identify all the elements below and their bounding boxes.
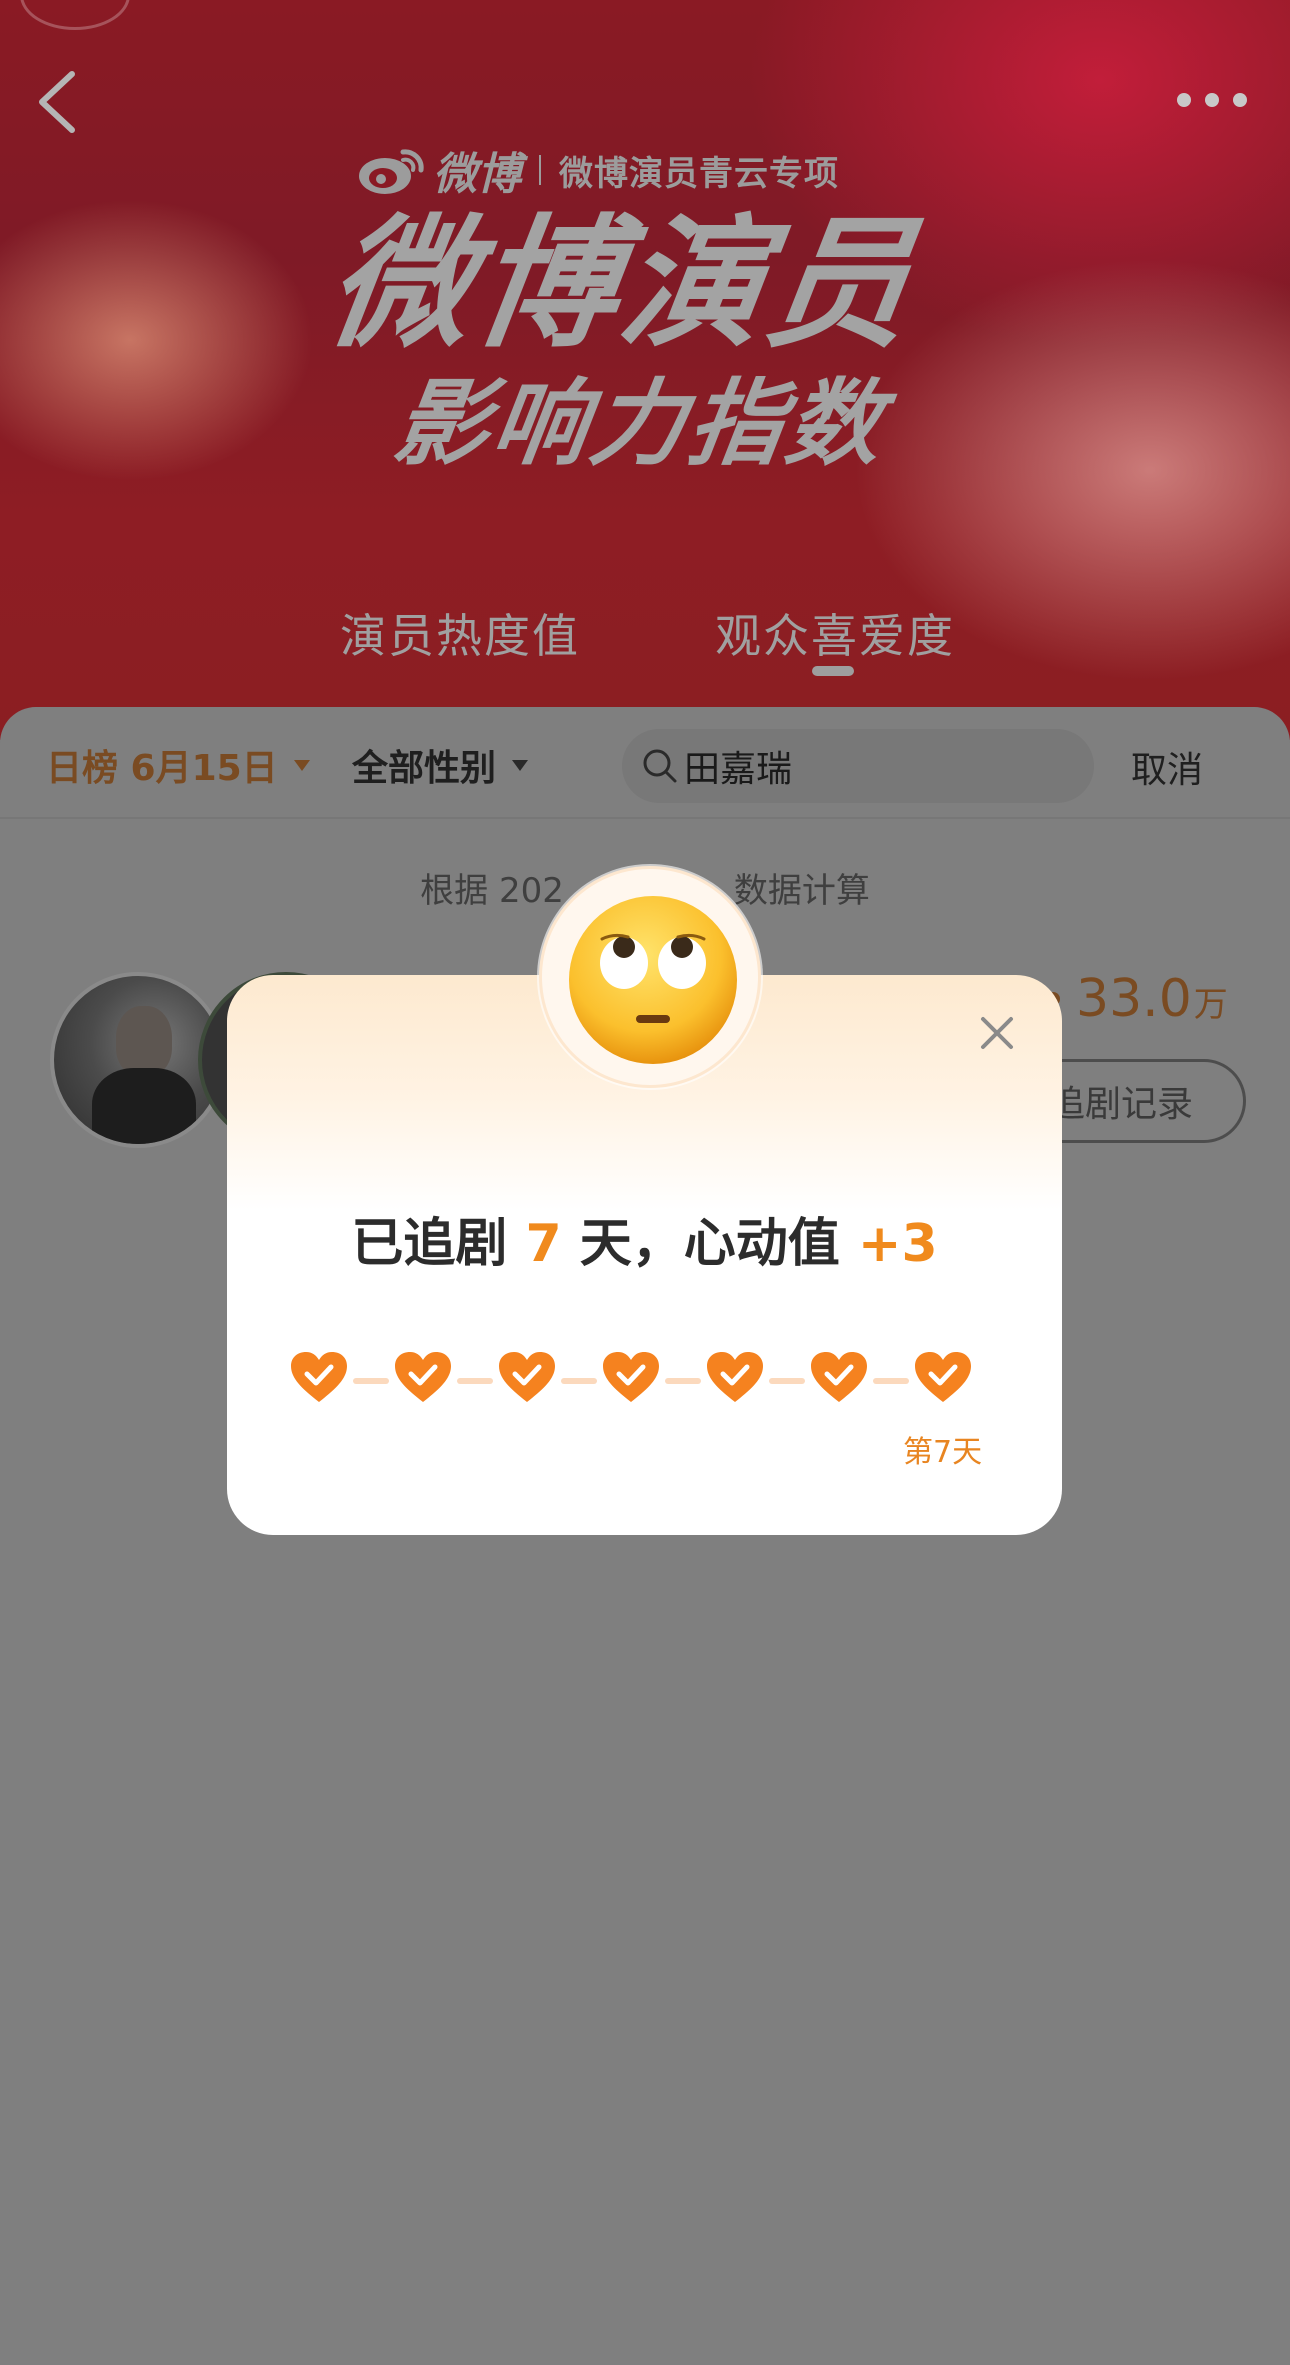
heart-check-icon [915, 1352, 971, 1402]
date-filter-label: 日榜 6月15日 [46, 748, 278, 789]
score-number: 33.0 [1076, 969, 1192, 1029]
heart-check-icon [291, 1352, 347, 1402]
more-button[interactable] [1174, 82, 1250, 118]
caret-down-icon [512, 759, 529, 771]
gender-filter-dropdown[interactable]: 全部性别 [352, 739, 529, 791]
caret-down-icon [293, 759, 310, 771]
heart-progress [289, 1350, 989, 1410]
gender-filter-label: 全部性别 [352, 748, 497, 789]
brand-divider [539, 155, 541, 185]
chevron-left-icon [39, 71, 75, 133]
tab-bar: 演员热度值 观众喜爱度 [0, 600, 1290, 680]
search-icon [643, 749, 677, 783]
brand-subtitle: 微博演员青云专项 [559, 153, 839, 194]
day-label: 第7天 [903, 1435, 983, 1470]
hero-banner: 微博 微博演员青云专项 微博演员 影响力指数 演员热度值 观众喜爱度 [0, 0, 1290, 740]
note-left: 根据 202 [420, 871, 564, 911]
avatar-body [92, 1068, 196, 1144]
tab-audience-love[interactable]: 观众喜爱度 [715, 600, 955, 666]
note-right: 数据计算 [733, 871, 870, 911]
weibo-logo-icon [359, 149, 424, 194]
close-icon [981, 1017, 1013, 1049]
avatar-face [116, 1006, 172, 1076]
ellipsis-icon [1177, 93, 1247, 107]
msg-points: +3 [857, 1214, 938, 1274]
heart-connector [457, 1378, 493, 1384]
decorative-bubble [20, 0, 130, 30]
emoji-badge [539, 866, 761, 1088]
tab-actor-heat[interactable]: 演员热度值 [340, 600, 580, 666]
heart-check-icon [707, 1352, 763, 1402]
score-unit: 万 [1193, 985, 1228, 1025]
heart-connector [769, 1378, 805, 1384]
banner-title: 微博演员 [318, 202, 926, 367]
brand-name: 微博 [433, 149, 521, 200]
msg-prefix: 已追剧 [351, 1214, 526, 1274]
heart-check-icon [395, 1352, 451, 1402]
cancel-button[interactable]: 取消 [1131, 741, 1203, 793]
watch-record-label: 追剧记录 [1049, 1084, 1194, 1125]
streak-message: 已追剧 7 天，心动值 +3 [227, 1201, 1062, 1276]
msg-middle: 天，心动值 [561, 1214, 858, 1274]
heart-check-icon [499, 1352, 555, 1402]
heart-connector [873, 1378, 909, 1384]
eye-roll-emoji-icon [569, 896, 737, 1064]
active-tab-indicator [812, 666, 854, 676]
heart-connector [353, 1378, 389, 1384]
heart-check-icon [811, 1352, 867, 1402]
msg-days: 7 [525, 1214, 562, 1274]
brand-row: 微博 微博演员青云专项 [355, 140, 839, 200]
banner-subtitle: 影响力指数 [387, 370, 893, 479]
search-input[interactable]: 田嘉瑞 [622, 729, 1094, 803]
date-filter-dropdown[interactable]: 日榜 6月15日 [46, 739, 310, 791]
score-value: 33.0 万 [1046, 969, 1228, 1029]
filter-bar: 日榜 6月15日 全部性别 田嘉瑞 取消 [0, 707, 1290, 819]
heart-check-icon [603, 1352, 659, 1402]
close-button[interactable] [975, 1011, 1019, 1055]
heart-connector [665, 1378, 701, 1384]
search-value: 田嘉瑞 [684, 749, 793, 790]
back-button[interactable] [28, 62, 88, 142]
heart-connector [561, 1378, 597, 1384]
